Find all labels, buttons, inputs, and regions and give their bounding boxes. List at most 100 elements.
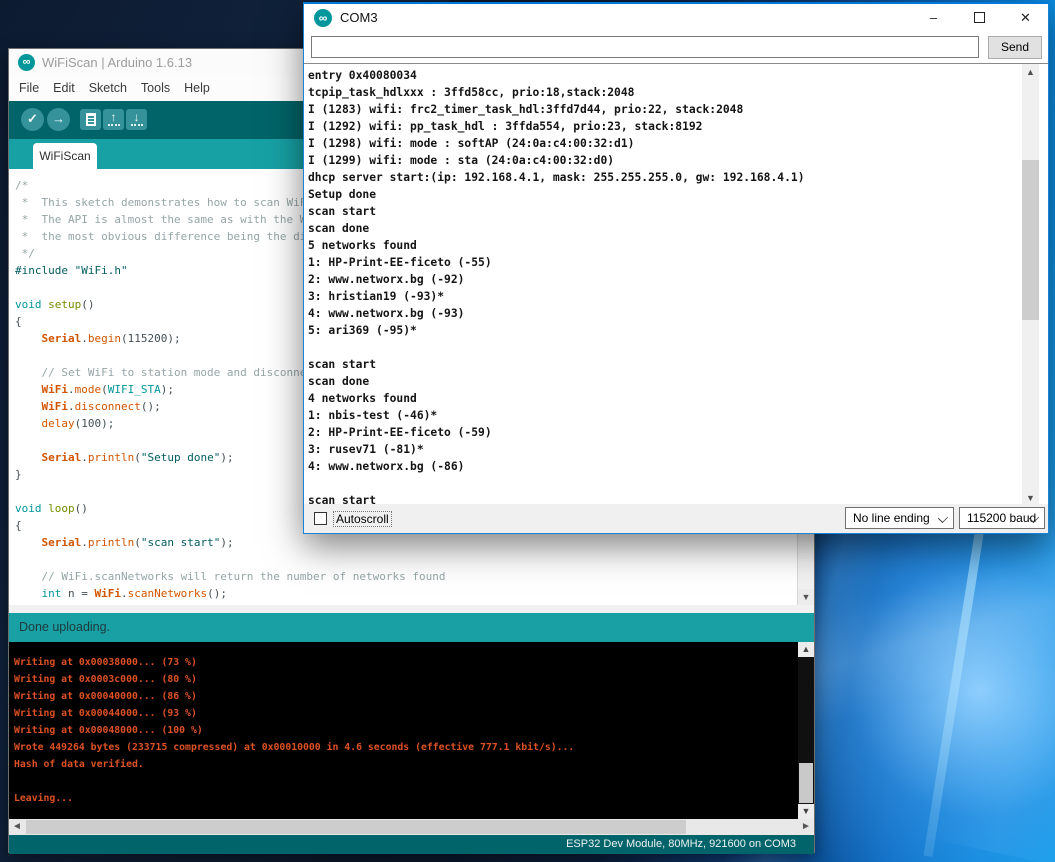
editor-horizontal-scrollbar[interactable] [9, 605, 814, 613]
text-line: 3: rusev71 (-81)* [308, 441, 1026, 458]
text-line: 4: www.networx.bg (-86) [308, 458, 1026, 475]
text-line: scan start [308, 356, 1026, 373]
build-console[interactable]: Writing at 0x00038000... (73 %)Writing a… [9, 642, 814, 819]
text-line: 4 networks found [308, 390, 1026, 407]
save-sketch-button[interactable]: ↓ [126, 109, 147, 130]
board-status-text: ESP32 Dev Module, 80MHz, 921600 on COM3 [9, 835, 814, 854]
text-line: 5 networks found [308, 237, 1026, 254]
text-line [14, 773, 794, 790]
send-button[interactable]: Send [988, 36, 1042, 59]
serial-output-text: entry 0x40080034tcpip_task_hdlxxx : 3ffd… [308, 67, 1026, 507]
text-line: I (1292) wifi: pp_task_hdl : 3ffda554, p… [308, 118, 1026, 135]
code-line: Serial.println("scan start"); [15, 534, 794, 551]
text-line: dhcp server start:(ip: 192.168.4.1, mask… [308, 169, 1026, 186]
text-line: I (1298) wifi: mode : softAP (24:0a:c4:0… [308, 135, 1026, 152]
text-line: Leaving... [14, 790, 794, 807]
close-icon: ✕ [1020, 10, 1031, 25]
text-line: 3: hristian19 (-93)* [308, 288, 1026, 305]
scrollbar-thumb[interactable] [26, 820, 686, 834]
check-icon: ✓ [21, 108, 44, 130]
scroll-right-arrow-icon[interactable]: ► [798, 819, 814, 835]
text-line: Hash of data verified. [14, 756, 794, 773]
scroll-left-arrow-icon[interactable]: ◄ [9, 819, 25, 835]
arrow-down-icon: ↓ [126, 111, 147, 124]
text-line: I (1299) wifi: mode : sta (24:0a:c4:00:3… [308, 152, 1026, 169]
serial-monitor-bottom-bar: Autoscroll No line ending 115200 baud [304, 504, 1048, 533]
menu-sketch[interactable]: Sketch [89, 76, 127, 101]
text-line: Writing at 0x00040000... (86 %) [14, 688, 794, 705]
text-line [308, 475, 1026, 492]
maximize-icon [974, 12, 985, 23]
board-status-bar: ESP32 Dev Module, 80MHz, 921600 on COM3 [9, 835, 814, 854]
upload-status-bar: Done uploading. [9, 613, 814, 642]
menu-file[interactable]: File [19, 76, 39, 101]
serial-vertical-scrollbar[interactable]: ▲ ▼ [1022, 64, 1039, 506]
baud-rate-select[interactable]: 115200 baud [959, 507, 1045, 529]
dotted-line [131, 124, 143, 126]
scrollbar-thumb[interactable] [799, 763, 813, 803]
text-line [308, 339, 1026, 356]
serial-monitor-window: ∞ COM3 – ✕ Send entry 0x40080034tcpip_ta… [303, 2, 1049, 534]
line-ending-select[interactable]: No line ending [845, 507, 954, 529]
text-line: 4: www.networx.bg (-93) [308, 305, 1026, 322]
text-line: Writing at 0x00038000... (73 %) [14, 654, 794, 671]
scroll-up-arrow-icon[interactable]: ▲ [1022, 64, 1039, 80]
maximize-button[interactable] [957, 4, 1002, 32]
arrow-right-icon: → [47, 108, 70, 130]
code-line [15, 551, 794, 568]
ide-window-title: WiFiScan | Arduino 1.6.13 [42, 49, 192, 76]
scroll-down-arrow-icon[interactable]: ▼ [798, 589, 814, 605]
text-line: scan done [308, 220, 1026, 237]
code-line: int n = WiFi.scanNetworks(); [15, 585, 794, 602]
line-ending-value: No line ending [853, 511, 930, 525]
autoscroll-checkbox[interactable] [314, 512, 327, 525]
dotted-line [108, 124, 120, 126]
serial-monitor-title: COM3 [340, 4, 378, 32]
upload-button[interactable]: → [47, 108, 70, 131]
text-line: 5: ari369 (-95)* [308, 322, 1026, 339]
serial-monitor-title-bar[interactable]: ∞ COM3 – ✕ [304, 4, 1048, 32]
ide-horizontal-scrollbar[interactable]: ◄ ► [9, 819, 814, 835]
text-line: Setup done [308, 186, 1026, 203]
autoscroll-label[interactable]: Autoscroll [333, 511, 392, 527]
text-line: 2: www.networx.bg (-92) [308, 271, 1026, 288]
text-line: 1: nbis-test (-46)* [308, 407, 1026, 424]
arduino-logo-icon: ∞ [314, 9, 332, 27]
arduino-logo-icon: ∞ [18, 54, 35, 71]
scroll-down-arrow-icon[interactable]: ▼ [798, 804, 814, 819]
serial-input-row: Send [304, 32, 1048, 63]
text-line: tcpip_task_hdlxxx : 3ffd58cc, prio:18,st… [308, 84, 1026, 101]
text-line: I (1283) wifi: frc2_timer_task_hdl:3ffd7… [308, 101, 1026, 118]
console-vertical-scrollbar[interactable]: ▲ ▼ [798, 642, 814, 819]
text-line: 2: HP-Print-EE-ficeto (-59) [308, 424, 1026, 441]
new-sketch-button[interactable] [80, 109, 101, 130]
text-line: 1: HP-Print-EE-ficeto (-55) [308, 254, 1026, 271]
text-line: Writing at 0x00048000... (100 %) [14, 722, 794, 739]
serial-output-panel[interactable]: entry 0x40080034tcpip_task_hdlxxx : 3ffd… [304, 63, 1048, 507]
open-sketch-button[interactable]: ↑ [103, 109, 124, 130]
text-line: Writing at 0x00044000... (93 %) [14, 705, 794, 722]
scrollbar-thumb[interactable] [1022, 160, 1039, 320]
text-line: entry 0x40080034 [308, 67, 1026, 84]
text-line: Wrote 449264 bytes (233715 compressed) a… [14, 739, 794, 756]
text-line: scan start [308, 203, 1026, 220]
menu-help[interactable]: Help [184, 76, 210, 101]
document-icon [86, 113, 96, 126]
arrow-up-icon: ↑ [103, 111, 124, 124]
scroll-up-arrow-icon[interactable]: ▲ [798, 642, 814, 657]
serial-send-input[interactable] [311, 36, 979, 58]
upload-status-text: Done uploading. [9, 613, 814, 642]
tab-wifiscan[interactable]: WiFiScan [33, 143, 97, 169]
baud-rate-value: 115200 baud [967, 511, 1036, 525]
chevron-down-icon [938, 513, 948, 523]
text-line: Writing at 0x0003c000... (80 %) [14, 671, 794, 688]
text-line: scan done [308, 373, 1026, 390]
console-output: Writing at 0x00038000... (73 %)Writing a… [14, 654, 794, 807]
menu-edit[interactable]: Edit [53, 76, 75, 101]
minimize-button[interactable]: – [911, 4, 956, 32]
menu-tools[interactable]: Tools [141, 76, 170, 101]
verify-button[interactable]: ✓ [21, 108, 44, 131]
close-button[interactable]: ✕ [1003, 4, 1048, 32]
minimize-icon: – [930, 10, 937, 25]
code-line: // WiFi.scanNetworks will return the num… [15, 568, 794, 585]
